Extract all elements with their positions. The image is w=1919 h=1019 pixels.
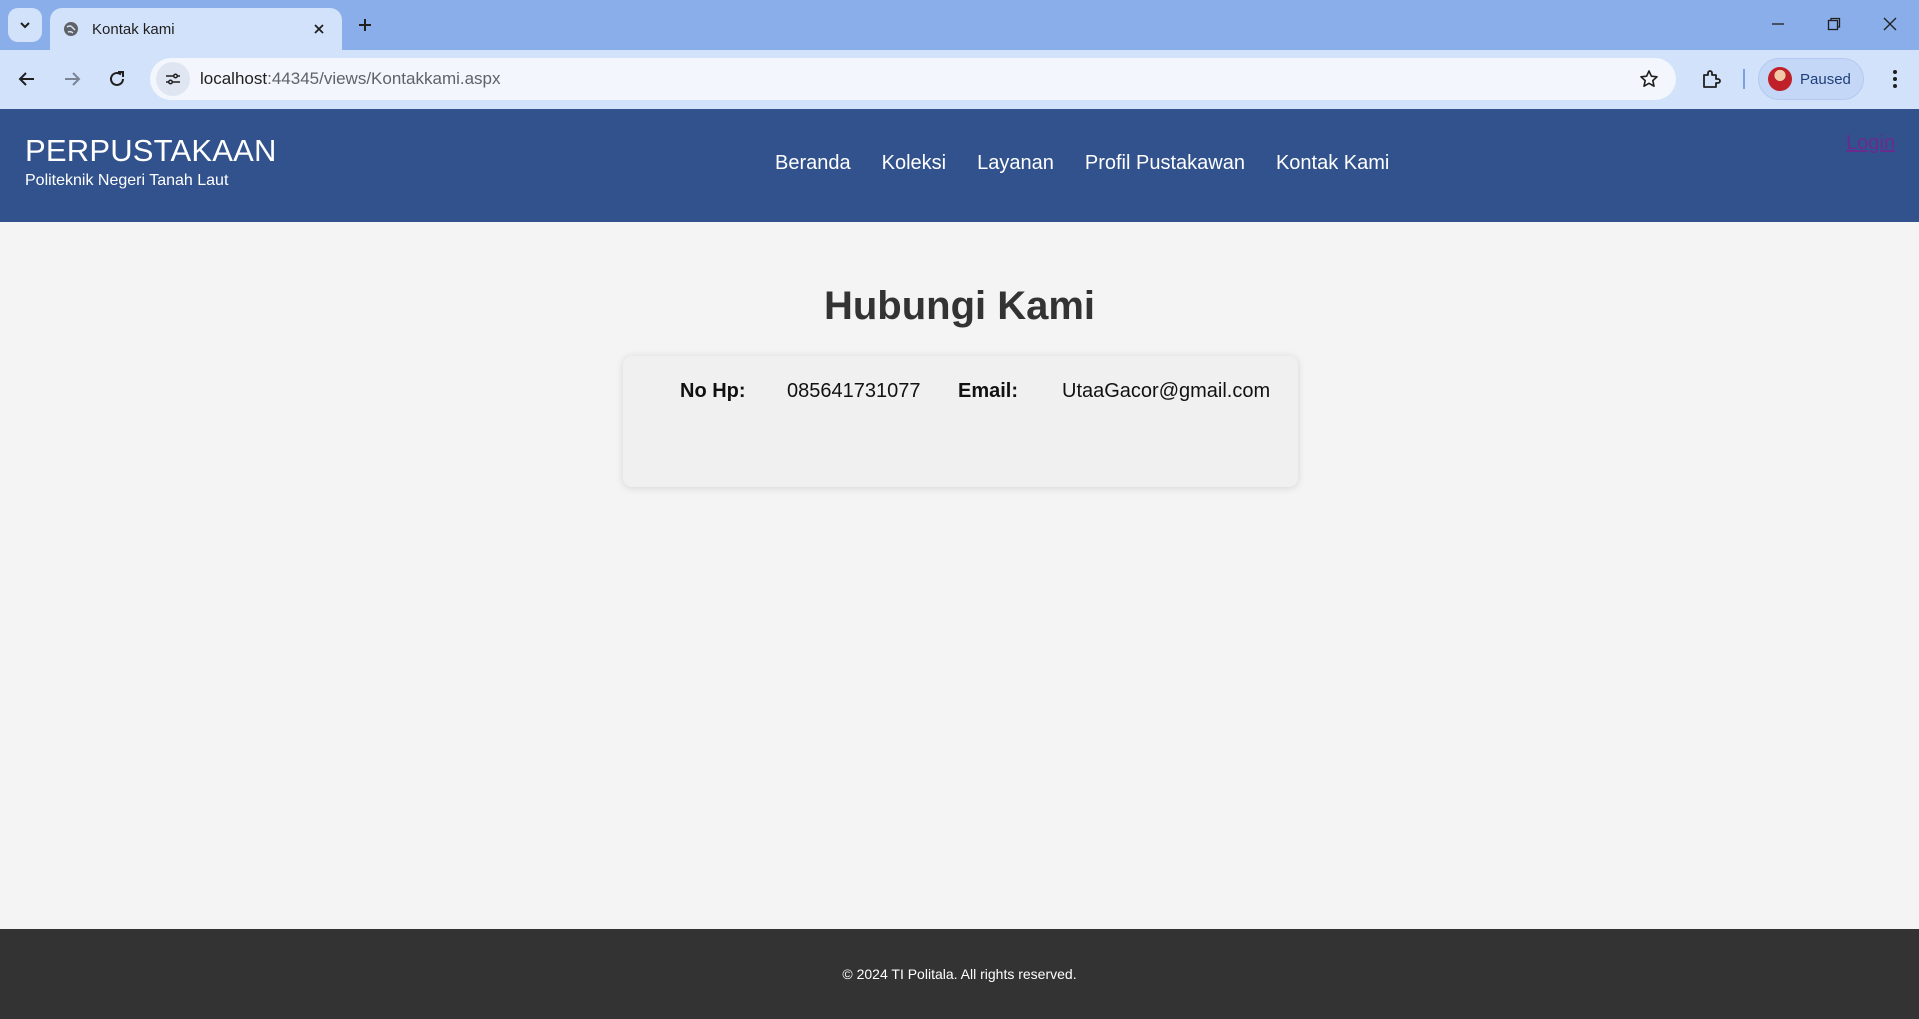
login-link[interactable]: Login [1846, 132, 1895, 155]
browser-tab-active[interactable]: Kontak kami [50, 8, 342, 50]
browser-toolbar: localhost:44345/views/Kontakkami.aspx Pa… [0, 50, 1919, 109]
profile-status: Paused [1800, 70, 1851, 88]
close-icon [1883, 17, 1897, 31]
restore-button[interactable] [1814, 6, 1854, 42]
brand: PERPUSTAKAAN Politeknik Negeri Tanah Lau… [25, 133, 277, 190]
profile-button[interactable]: Paused [1758, 58, 1864, 100]
arrow-right-icon [65, 72, 81, 86]
browser-tab-strip: Kontak kami [0, 0, 1919, 50]
browser-menu-button[interactable] [1878, 62, 1912, 96]
reload-button[interactable] [100, 62, 134, 96]
phone-label: No Hp: [680, 380, 746, 402]
url-path: :44345/views/Kontakkami.aspx [267, 69, 501, 88]
arrow-left-icon [18, 72, 34, 86]
nav-link-kontak-kami[interactable]: Kontak Kami [1276, 152, 1389, 175]
page-title: Hubungi Kami [823, 284, 1096, 328]
nav-link-profil-pustakawan[interactable]: Profil Pustakawan [1085, 152, 1245, 175]
url-text: localhost:44345/views/Kontakkami.aspx [200, 69, 1632, 89]
main-nav: Beranda Koleksi Layanan Profil Pustakawa… [775, 152, 1420, 175]
more-vertical-icon [1893, 70, 1897, 88]
contact-card: No Hp: 085641731077 Email: UtaaGacor@gma… [623, 356, 1298, 487]
phone-value: 085641731077 [787, 380, 921, 402]
tab-close-icon[interactable] [308, 18, 330, 40]
url-host: localhost [200, 69, 268, 88]
new-tab-button[interactable] [352, 12, 378, 38]
puzzle-icon [1703, 70, 1721, 88]
bookmark-star-icon[interactable] [1632, 62, 1666, 96]
chevron-down-icon [20, 22, 30, 29]
forward-button[interactable] [55, 62, 89, 96]
globe-icon [62, 20, 80, 38]
minimize-button[interactable] [1758, 6, 1798, 42]
nav-link-beranda[interactable]: Beranda [775, 152, 851, 175]
address-bar[interactable]: localhost:44345/views/Kontakkami.aspx [150, 58, 1676, 100]
brand-subtitle: Politeknik Negeri Tanah Laut [25, 172, 229, 189]
nav-link-koleksi[interactable]: Koleksi [882, 152, 946, 175]
plus-icon [359, 19, 371, 31]
extensions-button[interactable] [1694, 62, 1728, 96]
email-value: UtaaGacor@gmail.com [1062, 380, 1271, 402]
site-footer: © 2024 TI Politala. All rights reserved. [0, 929, 1919, 1019]
footer-copyright: © 2024 TI Politala. All rights reserved. [842, 966, 1077, 982]
close-window-button[interactable] [1870, 6, 1910, 42]
reload-icon [110, 71, 124, 86]
email-label: Email: [958, 380, 1019, 402]
toolbar-divider [1743, 69, 1745, 89]
tab-title: Kontak kami [92, 20, 175, 38]
site-info-icon[interactable] [156, 62, 190, 96]
main-content: Hubungi Kami No Hp: 085641731077 Email: … [0, 222, 1919, 929]
tab-search-button[interactable] [8, 8, 42, 42]
minimize-icon [1772, 23, 1784, 25]
brand-title: PERPUSTAKAAN [25, 133, 277, 168]
site-header: PERPUSTAKAAN Politeknik Negeri Tanah Lau… [0, 109, 1919, 222]
back-button[interactable] [10, 62, 44, 96]
avatar [1768, 67, 1792, 91]
restore-icon [1827, 17, 1841, 31]
nav-link-layanan[interactable]: Layanan [977, 152, 1054, 175]
